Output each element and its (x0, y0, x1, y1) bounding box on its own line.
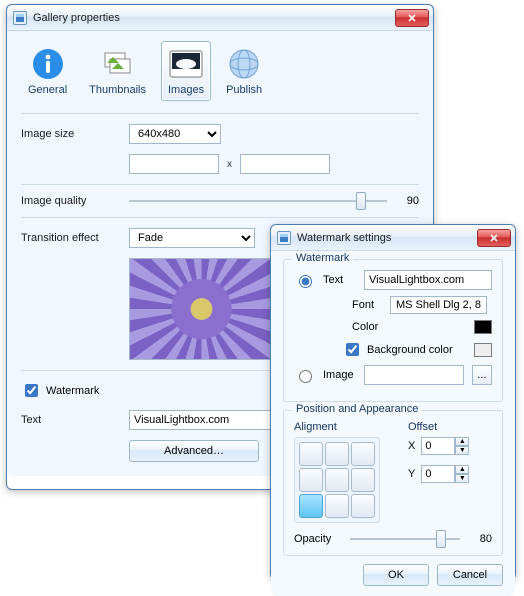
images-icon (168, 46, 204, 82)
ok-button[interactable]: OK (363, 564, 429, 586)
wm-image-input[interactable] (364, 365, 464, 385)
globe-icon (226, 46, 262, 82)
app-icon (277, 231, 291, 245)
align-tr[interactable] (351, 442, 375, 466)
align-mc[interactable] (325, 468, 349, 492)
align-mr[interactable] (351, 468, 375, 492)
tab-thumbnails[interactable]: Thumbnails (82, 41, 153, 101)
close-button[interactable] (477, 229, 511, 247)
image-quality-label: Image quality (21, 195, 121, 207)
alignment-grid (294, 437, 380, 523)
y-up[interactable]: ▲ (455, 465, 469, 474)
bg-color-checkbox[interactable]: Background color (342, 340, 453, 359)
transition-label: Transition effect (21, 232, 121, 244)
watermark-text-input[interactable] (129, 410, 279, 430)
titlebar[interactable]: Watermark settings (271, 225, 515, 251)
image-radio[interactable] (299, 370, 312, 383)
thumbnails-icon (100, 46, 136, 82)
browse-button[interactable]: ... (472, 365, 492, 385)
watermark-group: Watermark Text Font MS Shell Dlg 2, 8 Co… (283, 259, 503, 402)
watermark-settings-window: Watermark settings Watermark Text Font M… (270, 224, 516, 580)
app-icon (13, 11, 27, 25)
image-size-label: Image size (21, 128, 121, 140)
y-down[interactable]: ▼ (455, 474, 469, 483)
transition-preview (129, 258, 274, 360)
x-separator: x (227, 159, 232, 170)
advanced-button[interactable]: Advanced… (129, 440, 259, 462)
align-bc[interactable] (325, 494, 349, 518)
opacity-slider[interactable]: 80 (350, 533, 492, 545)
quality-value: 90 (395, 195, 419, 207)
cancel-button[interactable]: Cancel (437, 564, 503, 586)
font-picker[interactable]: MS Shell Dlg 2, 8 (390, 296, 487, 314)
watermark-checkbox[interactable]: Watermark (21, 381, 99, 400)
offset-y-spinner[interactable]: ▲▼ (421, 465, 469, 483)
align-tl[interactable] (299, 442, 323, 466)
height-input[interactable] (240, 154, 330, 174)
window-title: Watermark settings (297, 232, 391, 244)
align-ml[interactable] (299, 468, 323, 492)
text-radio[interactable] (299, 275, 312, 288)
toolbar: General Thumbnails Images Publish (21, 37, 419, 109)
tab-general[interactable]: General (21, 41, 74, 101)
color-swatch[interactable] (474, 320, 492, 334)
titlebar[interactable]: Gallery properties (7, 5, 433, 31)
align-bl[interactable] (299, 494, 323, 518)
wm-text-input[interactable] (364, 270, 492, 290)
align-tc[interactable] (325, 442, 349, 466)
tab-images[interactable]: Images (161, 41, 211, 101)
x-down[interactable]: ▼ (455, 446, 469, 455)
info-icon (30, 46, 66, 82)
position-group: Position and Appearance Aligment (283, 410, 503, 556)
width-input[interactable] (129, 154, 219, 174)
close-button[interactable] (395, 9, 429, 27)
offset-x-spinner[interactable]: ▲▼ (421, 437, 469, 455)
transition-select[interactable]: Fade (129, 228, 255, 248)
align-br[interactable] (351, 494, 375, 518)
window-title: Gallery properties (33, 12, 120, 24)
tab-publish[interactable]: Publish (219, 41, 269, 101)
x-up[interactable]: ▲ (455, 437, 469, 446)
quality-slider[interactable]: 90 (129, 195, 419, 207)
text-label: Text (21, 414, 121, 426)
bg-color-swatch[interactable] (474, 343, 492, 357)
image-size-select[interactable]: 640x480 (129, 124, 221, 144)
